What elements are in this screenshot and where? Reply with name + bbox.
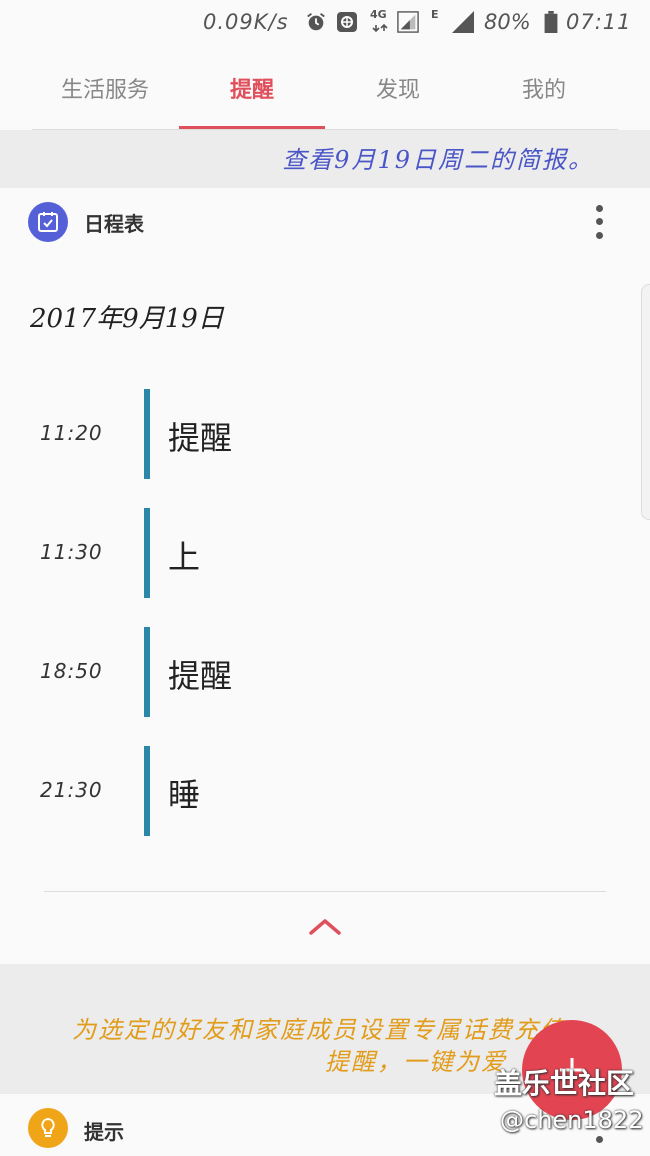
- calendar-icon: [28, 202, 68, 242]
- tab-mine[interactable]: 我的: [471, 48, 617, 128]
- schedule-card: 日程表 2017年9月19日 11:20 提醒 11:30 上 18:50 提醒…: [0, 188, 650, 964]
- event-row[interactable]: 11:30 上: [0, 508, 650, 598]
- schedule-title: 日程表: [84, 212, 144, 236]
- event-bar: [144, 508, 150, 598]
- battery-icon: [544, 11, 558, 33]
- signal-sim1-icon: [397, 11, 419, 33]
- watermark-user: @chen1822: [500, 1106, 644, 1134]
- card-divider: [44, 891, 606, 892]
- event-bar: [144, 389, 150, 479]
- network-speed: 0.09K/s: [203, 10, 289, 34]
- tab-life-services[interactable]: 生活服务: [32, 48, 178, 128]
- event-time: 11:30: [40, 540, 103, 564]
- watermark-site: 盖乐世社区: [494, 1067, 635, 1100]
- more-dot-icon: [595, 205, 603, 213]
- signal-mode-label: E: [431, 8, 439, 21]
- event-title: 提醒: [168, 419, 233, 457]
- event-title: 睡: [168, 776, 201, 814]
- event-time: 21:30: [40, 778, 103, 802]
- promo-line-2: 提醒，一键为爱: [325, 1048, 507, 1076]
- event-row[interactable]: 18:50 提醒: [0, 627, 650, 717]
- signal-sim2-icon: [452, 11, 474, 33]
- event-title: 提醒: [168, 657, 233, 695]
- event-row[interactable]: 11:20 提醒: [0, 389, 650, 479]
- tips-title: 提示: [84, 1120, 124, 1144]
- schedule-date: 2017年9月19日: [30, 304, 224, 334]
- tab-reminders[interactable]: 提醒: [179, 48, 325, 128]
- event-bar: [144, 746, 150, 836]
- more-dot-icon: [595, 231, 603, 239]
- event-row[interactable]: 21:30 睡: [0, 746, 650, 836]
- event-title: 上: [168, 538, 201, 576]
- promo-line-1: 为选定的好友和家庭成员设置专属话费充值: [72, 1016, 566, 1044]
- alarm-icon: [307, 13, 325, 31]
- tab-bar: 生活服务 提醒 发现 我的: [0, 48, 650, 130]
- event-bar: [144, 627, 150, 717]
- battery-percent: 80%: [484, 10, 531, 34]
- data-saver-icon: [337, 12, 357, 32]
- briefing-banner[interactable]: 查看9月19日周二的简报。: [0, 130, 650, 188]
- event-time: 18:50: [40, 659, 103, 683]
- schedule-card-header: 日程表: [0, 188, 650, 254]
- more-dot-icon[interactable]: [596, 1136, 603, 1143]
- lightbulb-icon: [28, 1108, 68, 1148]
- scroll-handle[interactable]: [641, 284, 650, 520]
- data-arrows-icon: [372, 23, 388, 33]
- briefing-text: 查看9月19日周二的简报。: [282, 146, 594, 174]
- status-clock: 07:11: [566, 10, 632, 34]
- status-bar: 0.09K/s 4G E 80% 07:11: [0, 0, 650, 48]
- more-options-button[interactable]: [584, 202, 614, 242]
- tab-discover[interactable]: 发现: [325, 48, 471, 128]
- chevron-up-icon[interactable]: [305, 911, 345, 941]
- more-dot-icon: [595, 218, 603, 226]
- event-time: 11:20: [40, 421, 103, 445]
